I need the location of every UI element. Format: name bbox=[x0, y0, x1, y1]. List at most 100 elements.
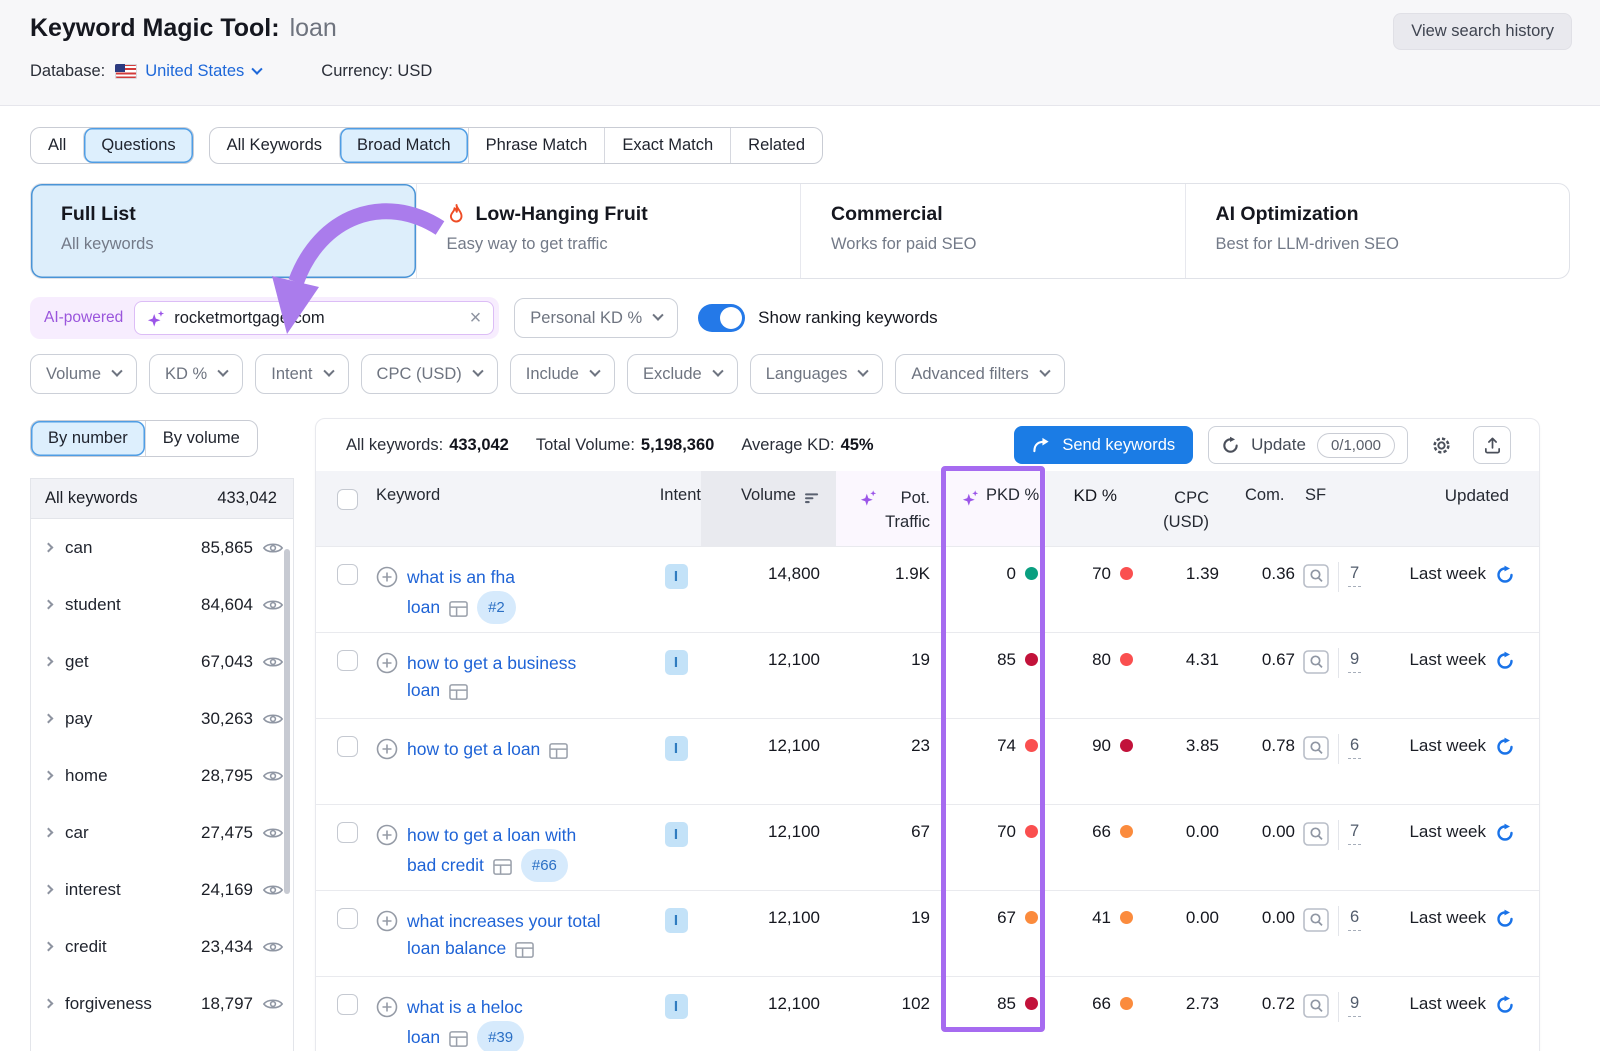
serp-preview-button[interactable] bbox=[1303, 564, 1329, 588]
filter-advanced[interactable]: Advanced filters bbox=[895, 354, 1064, 394]
eye-icon[interactable] bbox=[262, 997, 284, 1011]
sidebar-group-home[interactable]: home28,795 bbox=[31, 747, 293, 804]
personal-kd-select[interactable]: Personal KD % bbox=[514, 298, 678, 338]
col-cpc[interactable]: CPC(USD) bbox=[1141, 471, 1231, 546]
row-checkbox[interactable] bbox=[337, 822, 358, 843]
keyword-link[interactable]: how to get a loan with bbox=[407, 825, 576, 845]
refresh-icon[interactable] bbox=[1495, 823, 1515, 890]
intent-badge[interactable]: I bbox=[665, 908, 688, 933]
tab-by-number[interactable]: By number bbox=[31, 421, 145, 456]
plus-circle-icon[interactable] bbox=[376, 652, 398, 718]
keyword-link[interactable]: what increases your total bbox=[407, 911, 601, 931]
sf-count[interactable]: 6 bbox=[1348, 908, 1361, 931]
refresh-icon[interactable] bbox=[1495, 565, 1515, 632]
keyword-link[interactable]: what is a heloc bbox=[407, 997, 523, 1017]
rank-badge[interactable]: #2 bbox=[477, 591, 516, 624]
serp-preview-button[interactable] bbox=[1303, 650, 1329, 674]
serp-window-icon[interactable] bbox=[449, 683, 468, 701]
rank-badge[interactable]: #39 bbox=[477, 1021, 524, 1051]
intent-badge[interactable]: I bbox=[665, 736, 688, 761]
settings-button[interactable] bbox=[1422, 426, 1460, 464]
card-low-hanging-fruit[interactable]: Low-Hanging Fruit Easy way to get traffi… bbox=[416, 184, 801, 278]
card-ai-optimization[interactable]: AI Optimization Best for LLM-driven SEO bbox=[1185, 184, 1570, 278]
filter-languages[interactable]: Languages bbox=[750, 354, 884, 394]
tab-all-keywords[interactable]: All Keywords bbox=[210, 128, 339, 163]
all-keywords-row[interactable]: All keywords 433,042 bbox=[31, 479, 293, 519]
keyword-link[interactable]: loan bbox=[407, 677, 440, 704]
filter-volume[interactable]: Volume bbox=[30, 354, 137, 394]
send-keywords-button[interactable]: Send keywords bbox=[1014, 426, 1193, 464]
sidebar-group-forgiveness[interactable]: forgiveness18,797 bbox=[31, 975, 293, 1032]
col-volume[interactable]: Volume bbox=[701, 471, 836, 546]
chevron-right-icon[interactable] bbox=[44, 942, 54, 952]
intent-badge[interactable]: I bbox=[665, 822, 688, 847]
refresh-icon[interactable] bbox=[1495, 651, 1515, 718]
intent-badge[interactable]: I bbox=[665, 650, 688, 675]
chevron-right-icon[interactable] bbox=[44, 600, 54, 610]
clear-input-icon[interactable]: × bbox=[470, 308, 482, 328]
filter-cpc[interactable]: CPC (USD) bbox=[361, 354, 498, 394]
serp-preview-button[interactable] bbox=[1303, 908, 1329, 932]
plus-circle-icon[interactable] bbox=[376, 824, 398, 890]
tab-exact-match[interactable]: Exact Match bbox=[604, 128, 730, 163]
tab-by-volume[interactable]: By volume bbox=[145, 421, 257, 456]
update-button[interactable]: Update 0/1,000 bbox=[1208, 426, 1408, 464]
refresh-icon[interactable] bbox=[1495, 995, 1515, 1051]
tab-all[interactable]: All bbox=[31, 128, 83, 163]
sf-count[interactable]: 7 bbox=[1348, 822, 1361, 845]
database-select[interactable]: United States bbox=[145, 62, 261, 81]
sidebar-scrollbar[interactable] bbox=[284, 549, 290, 894]
refresh-icon[interactable] bbox=[1495, 737, 1515, 804]
show-ranking-keywords-toggle[interactable] bbox=[698, 304, 745, 332]
plus-circle-icon[interactable] bbox=[376, 996, 398, 1051]
chevron-right-icon[interactable] bbox=[44, 657, 54, 667]
col-com[interactable]: Com. bbox=[1231, 471, 1301, 546]
chevron-right-icon[interactable] bbox=[44, 885, 54, 895]
serp-preview-button[interactable] bbox=[1303, 822, 1329, 846]
serp-window-icon[interactable] bbox=[515, 941, 534, 959]
chevron-right-icon[interactable] bbox=[44, 999, 54, 1009]
eye-icon[interactable] bbox=[262, 598, 284, 612]
card-full-list[interactable]: Full List All keywords bbox=[31, 184, 416, 278]
sidebar-group-car[interactable]: car27,475 bbox=[31, 804, 293, 861]
sf-count[interactable]: 7 bbox=[1348, 564, 1361, 587]
eye-icon[interactable] bbox=[262, 655, 284, 669]
serp-window-icon[interactable] bbox=[493, 858, 512, 876]
eye-icon[interactable] bbox=[262, 940, 284, 954]
domain-input[interactable]: rocketmortgage.com × bbox=[134, 301, 494, 335]
keyword-link[interactable]: loan bbox=[407, 594, 440, 621]
row-checkbox[interactable] bbox=[337, 994, 358, 1015]
filter-intent[interactable]: Intent bbox=[255, 354, 348, 394]
sidebar-group-interest[interactable]: interest24,169 bbox=[31, 861, 293, 918]
serp-window-icon[interactable] bbox=[449, 1030, 468, 1048]
filter-exclude[interactable]: Exclude bbox=[627, 354, 738, 394]
serp-window-icon[interactable] bbox=[549, 742, 568, 760]
col-pkd[interactable]: PKD % bbox=[946, 471, 1046, 546]
row-checkbox[interactable] bbox=[337, 564, 358, 585]
keyword-link[interactable]: loan balance bbox=[407, 935, 506, 962]
sidebar-group-student[interactable]: student84,604 bbox=[31, 576, 293, 633]
keyword-link[interactable]: loan bbox=[407, 1024, 440, 1051]
tab-related[interactable]: Related bbox=[730, 128, 822, 163]
sidebar-group-pay[interactable]: pay30,263 bbox=[31, 690, 293, 747]
tab-questions[interactable]: Questions bbox=[83, 128, 192, 163]
refresh-icon[interactable] bbox=[1495, 909, 1515, 976]
chevron-right-icon[interactable] bbox=[44, 714, 54, 724]
serp-preview-button[interactable] bbox=[1303, 994, 1329, 1018]
filter-kd[interactable]: KD % bbox=[149, 354, 243, 394]
row-checkbox[interactable] bbox=[337, 650, 358, 671]
plus-circle-icon[interactable] bbox=[376, 566, 398, 632]
sidebar-group-credit[interactable]: credit23,434 bbox=[31, 918, 293, 975]
eye-icon[interactable] bbox=[262, 883, 284, 897]
keyword-link[interactable]: how to get a loan bbox=[407, 736, 540, 763]
serp-preview-button[interactable] bbox=[1303, 736, 1329, 760]
chevron-right-icon[interactable] bbox=[44, 828, 54, 838]
chevron-right-icon[interactable] bbox=[44, 543, 54, 553]
intent-badge[interactable]: I bbox=[665, 994, 688, 1019]
eye-icon[interactable] bbox=[262, 826, 284, 840]
plus-circle-icon[interactable] bbox=[376, 738, 398, 804]
eye-icon[interactable] bbox=[262, 712, 284, 726]
col-pot-traffic[interactable]: Pot.Traffic bbox=[836, 471, 946, 546]
plus-circle-icon[interactable] bbox=[376, 910, 398, 976]
serp-window-icon[interactable] bbox=[449, 600, 468, 618]
